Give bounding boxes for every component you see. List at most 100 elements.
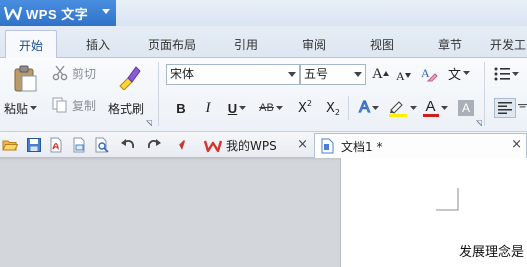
open-folder-icon[interactable] [2, 137, 18, 153]
font-name-select[interactable]: 宋体 [166, 64, 300, 85]
chevron-down-icon [102, 9, 110, 14]
chevron-down-icon [371, 106, 379, 110]
button-divider [348, 96, 349, 120]
close-icon[interactable]: × [511, 137, 522, 152]
strikethrough-button[interactable]: AB [254, 98, 288, 118]
align-left-button[interactable] [494, 98, 516, 118]
scissors-icon [52, 65, 68, 81]
tab-label: 审阅 [301, 37, 326, 52]
paste-label-group[interactable]: 粘贴 [4, 99, 38, 117]
app-menu-button[interactable]: WPS 文字 [0, 0, 116, 26]
close-icon[interactable]: × [297, 137, 308, 152]
font-color-bar [422, 114, 439, 117]
tab-label: 引用 [233, 37, 258, 52]
text-effect-glyph: A [359, 98, 371, 116]
chevron-down-icon [288, 72, 296, 77]
tab-label: 插入 [85, 37, 110, 52]
clear-format-button[interactable]: A [420, 64, 438, 84]
highlight-button[interactable] [386, 98, 418, 118]
tab-view[interactable]: 视图 [356, 30, 408, 58]
tab-label: 文档1 * [341, 139, 383, 154]
cut-label: 剪切 [72, 66, 97, 81]
caret-up-icon [382, 71, 389, 76]
bold-button[interactable]: B [172, 98, 190, 118]
ribbon-tab-strip: 开始 插入 页面布局 引用 审阅 视图 章节 开发工 [0, 26, 527, 59]
eraser-icon: A [421, 66, 438, 82]
chevron-down-icon [440, 106, 448, 110]
svg-text:A: A [421, 66, 430, 80]
bullets-button[interactable] [494, 64, 519, 84]
document-workspace[interactable]: 发展理念是 [0, 158, 527, 267]
tab-label: 我的WPS [226, 139, 277, 153]
character-shading-button[interactable]: A [456, 98, 476, 118]
dialog-launcher-icon[interactable] [146, 120, 152, 126]
grow-font-glyph: A [372, 65, 383, 82]
dialog-launcher-icon[interactable] [476, 120, 482, 126]
paste-button[interactable] [6, 62, 44, 96]
shrink-font-button[interactable]: A [396, 66, 411, 86]
document-text[interactable]: 发展理念是 [459, 241, 524, 260]
tab-review[interactable]: 审阅 [288, 30, 340, 58]
print-preview-icon[interactable] [94, 137, 110, 153]
superscript-button[interactable]: X 2 [294, 98, 316, 118]
tab-section[interactable]: 章节 [424, 30, 476, 58]
tab-document-1[interactable]: 文档1 * × [314, 133, 527, 158]
highlighter-icon [388, 101, 407, 117]
caret-down-icon [404, 73, 411, 78]
chevron-down-icon [275, 106, 283, 110]
save-icon[interactable] [26, 137, 42, 153]
title-bar: WPS 文字 [0, 0, 527, 26]
chevron-down-icon [354, 72, 362, 77]
app-name: WPS 文字 [26, 6, 89, 22]
tab-developer[interactable]: 开发工 [490, 30, 527, 58]
character-shading-glyph: A [458, 100, 474, 116]
bullet-list-icon [494, 67, 510, 81]
document-page[interactable]: 发展理念是 [340, 158, 527, 267]
wps-logo-icon [4, 6, 22, 21]
subscript-button[interactable]: X 2 [322, 98, 344, 118]
chevron-down-icon [30, 106, 38, 110]
print-icon[interactable] [71, 137, 87, 153]
redo-icon[interactable] [146, 137, 162, 153]
paintbrush-icon [119, 66, 141, 90]
tab-label: 章节 [437, 37, 462, 52]
font-color-swatch: A [422, 98, 439, 117]
tab-home[interactable]: 开始 [5, 30, 57, 59]
tab-insert[interactable]: 插入 [72, 30, 124, 58]
customize-toolbar-icon[interactable] [176, 137, 192, 153]
tab-page-layout[interactable]: 页面布局 [140, 30, 204, 58]
quick-access-bar: 我的WPS × 文档1 * × [0, 132, 527, 158]
superscript-mark: 2 [306, 98, 312, 108]
underline-glyph: U [227, 100, 238, 116]
format-painter-label-group[interactable]: 格式刷 [108, 99, 144, 117]
align-center-button[interactable] [518, 98, 527, 118]
italic-button[interactable]: I [200, 98, 216, 118]
copy-button[interactable]: 复制 [52, 96, 96, 114]
align-left-icon [498, 102, 512, 114]
wps-logo-icon [204, 140, 222, 152]
font-size-value: 五号 [304, 67, 329, 81]
underline-button[interactable]: U [224, 98, 250, 118]
phonetic-glyph: 文 [448, 67, 462, 83]
font-color-button[interactable]: A [420, 98, 450, 118]
phonetic-guide-button[interactable]: 文 [448, 62, 471, 84]
text-effect-button[interactable]: A [354, 98, 384, 118]
grow-font-button[interactable]: A [372, 64, 389, 84]
chevron-down-icon [512, 72, 519, 76]
export-pdf-icon[interactable] [48, 137, 64, 153]
tab-label: 开始 [18, 38, 43, 53]
font-color-glyph: A [425, 98, 436, 115]
chevron-down-icon [409, 106, 417, 110]
superscript-glyph: X [298, 100, 307, 116]
clipboard-icon [14, 65, 37, 92]
tab-references[interactable]: 引用 [220, 30, 272, 58]
format-painter-button[interactable] [114, 62, 144, 92]
cut-button[interactable]: 剪切 [52, 64, 96, 82]
paste-label: 粘贴 [4, 101, 29, 116]
tab-my-wps[interactable]: 我的WPS × [198, 133, 314, 158]
subscript-mark: 2 [334, 107, 340, 117]
font-size-select[interactable]: 五号 [300, 64, 366, 85]
strikethrough-glyph: AB [259, 102, 274, 114]
align-center-icon [518, 104, 527, 108]
undo-icon[interactable] [120, 137, 136, 153]
